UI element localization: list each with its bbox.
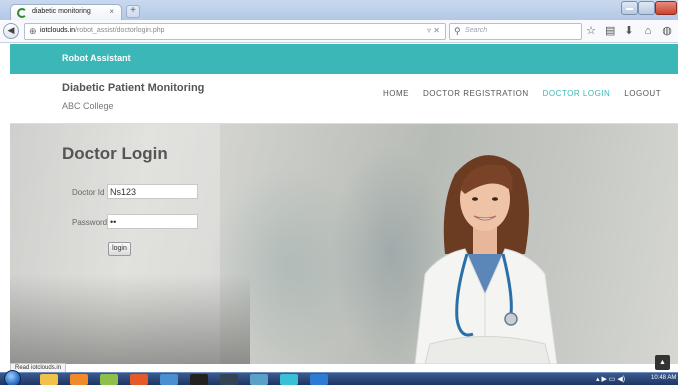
browser-navbar: ◀ ⊕ iotclouds.in/robot_assist/doctorlogi… <box>0 20 678 43</box>
star-icon[interactable]: ☆ <box>586 24 596 38</box>
app-icon[interactable] <box>160 374 178 385</box>
infinity-icon[interactable] <box>280 374 298 385</box>
window-close-button[interactable] <box>655 1 677 15</box>
app-icon[interactable] <box>100 374 118 385</box>
nav-home[interactable]: HOME <box>383 89 409 98</box>
word-icon[interactable] <box>310 374 328 385</box>
pen-icon[interactable] <box>190 374 208 385</box>
new-tab-button[interactable]: + <box>126 5 140 18</box>
search-icon: ⚲ <box>454 26 461 36</box>
home-icon[interactable]: ⌂ <box>643 24 653 38</box>
url-text: iotclouds.in/robot_assist/doctorlogin.ph… <box>40 27 165 34</box>
back-button[interactable]: ◀ <box>3 23 19 39</box>
firefox-icon[interactable] <box>130 374 148 385</box>
site-header: Diabetic Patient Monitoring ABC College … <box>10 74 678 124</box>
shield-icon[interactable]: ◍ <box>662 24 672 38</box>
system-tray[interactable]: ▴ ▶ ▭ ◀) <box>596 375 625 383</box>
site-topbar: Robot Assistant <box>10 44 678 74</box>
doctor-photo <box>414 155 558 364</box>
tab-close-icon[interactable]: × <box>109 7 114 16</box>
nav-doctor-login[interactable]: DOCTOR LOGIN <box>543 89 611 98</box>
windows-taskbar: ▴ ▶ ▭ ◀) 10:48 AM <box>0 370 678 385</box>
taskbar-apps <box>40 374 328 385</box>
window-minimize-button[interactable] <box>621 1 638 15</box>
toolbar-icons: ☆ ▤ ⬇ ⌂ ◍ ≡ <box>586 24 678 38</box>
url-dropdown-reload-icons[interactable]: ▿ ✕ <box>427 26 440 35</box>
graduation-icon[interactable] <box>220 374 238 385</box>
browser-titlebar: diabetic monitoring × + <box>0 0 678 21</box>
doctor-id-label: Doctor Id <box>72 188 105 197</box>
nav-logout[interactable]: LOGOUT <box>624 89 661 98</box>
start-button[interactable] <box>4 370 21 385</box>
site-favicon-icon <box>17 8 27 18</box>
taskbar-clock: 10:48 AM <box>651 375 677 381</box>
login-button[interactable]: login <box>108 242 131 256</box>
doctor-id-input[interactable]: Ns123 <box>107 184 198 199</box>
tab-title: diabetic monitoring <box>32 8 91 15</box>
media-icon[interactable] <box>70 374 88 385</box>
explorer-icon[interactable] <box>40 374 58 385</box>
address-bar[interactable]: ⊕ iotclouds.in/robot_assist/doctorlogin.… <box>24 23 446 40</box>
globe-icon: ⊕ <box>29 26 37 36</box>
login-heading: Doctor Login <box>62 144 168 163</box>
scroll-top-button[interactable]: ▲ <box>655 355 670 370</box>
password-input[interactable]: •• <box>107 214 198 229</box>
browser-tab[interactable]: diabetic monitoring × <box>10 4 122 21</box>
brand-name: Robot Assistant <box>62 53 131 63</box>
password-label: Password <box>72 218 108 227</box>
window-maximize-button[interactable] <box>638 1 655 15</box>
app-icon[interactable] <box>250 374 268 385</box>
main-nav: HOME DOCTOR REGISTRATION DOCTOR LOGIN LO… <box>383 89 661 98</box>
search-placeholder: Search <box>465 27 488 34</box>
site-subtitle: ABC College <box>62 101 114 111</box>
nav-doctor-registration[interactable]: DOCTOR REGISTRATION <box>423 89 529 98</box>
site-title: Diabetic Patient Monitoring <box>62 82 205 94</box>
clipboard-icon[interactable]: ▤ <box>605 24 615 38</box>
search-bar[interactable]: ⚲ Search <box>449 23 582 40</box>
download-icon[interactable]: ⬇ <box>624 24 634 38</box>
hero-section: Doctor Login Doctor Id Ns123 Password ••… <box>10 124 678 364</box>
